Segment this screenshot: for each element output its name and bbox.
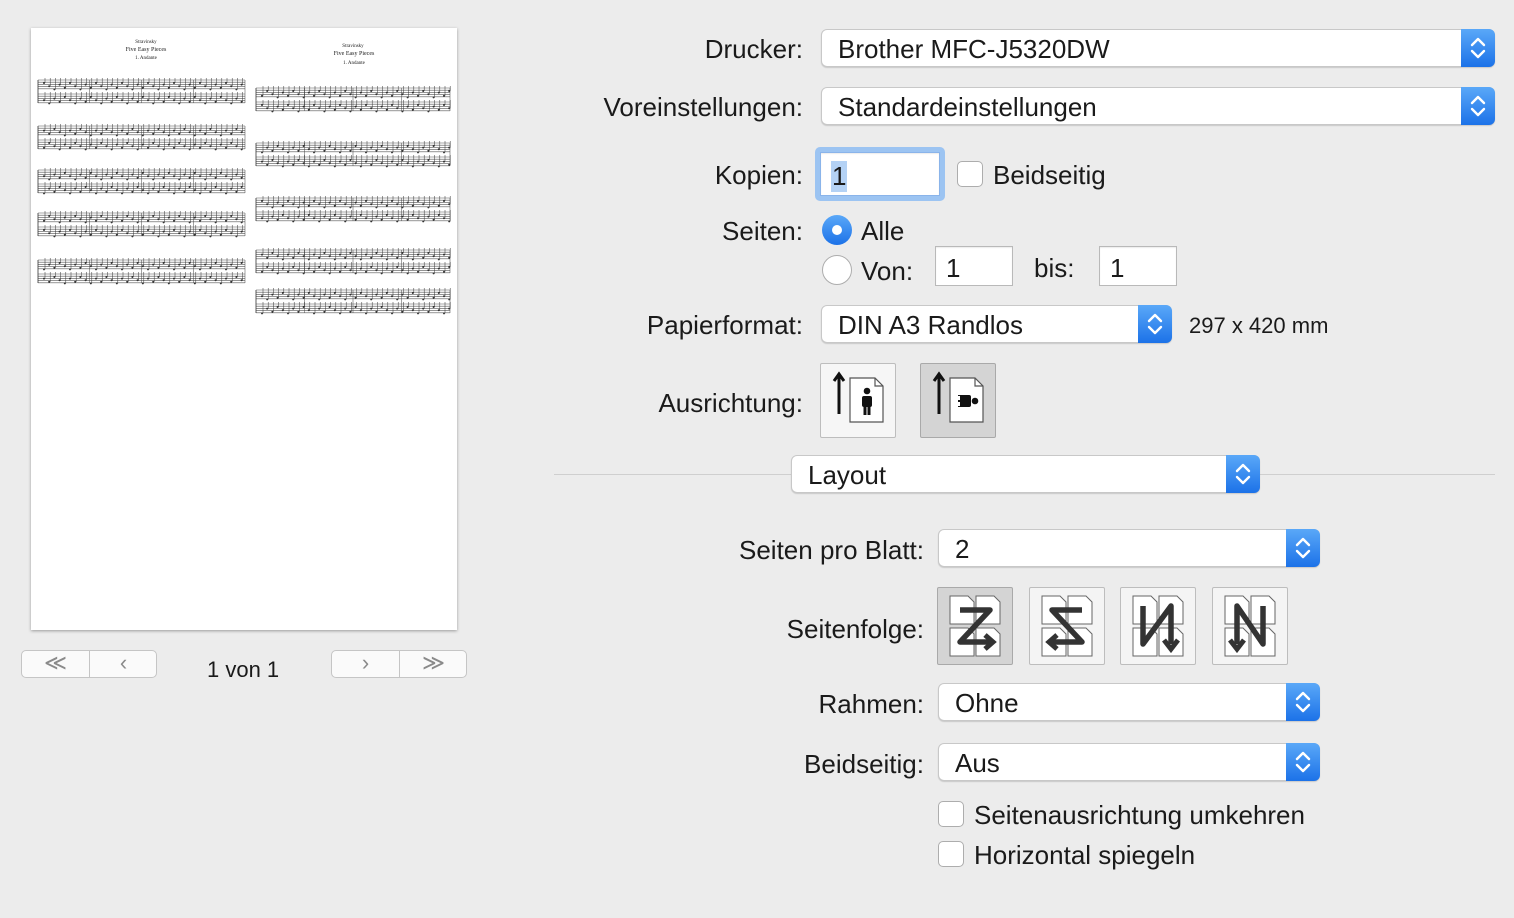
chevron-updown-icon [1286,529,1320,567]
flip-horizontal-checkbox[interactable] [938,841,964,867]
preview-left-composer: Stravinsky [135,40,157,45]
pages-to-input[interactable]: 1 [1099,246,1177,286]
pages-per-sheet-popup[interactable]: 2 [938,529,1320,567]
divider-right [1259,474,1495,475]
divider-left [554,474,794,475]
preview-sheet-music [37,78,451,315]
chevron-updown-icon [1226,455,1260,493]
presets-value: Standardeinstellungen [838,92,1097,122]
section-value: Layout [808,460,887,490]
reverse-orientation-label: Seitenausrichtung umkehren [974,800,1305,830]
printer-label: Drucker: [704,34,803,64]
next-page-button[interactable]: › [332,651,399,677]
page-order-s-button[interactable] [1029,587,1105,665]
print-preview: Stravinsky Five Easy Pieces 1. Andante S… [31,28,457,630]
pages-all-radio[interactable] [822,215,852,245]
two-sided-value: Aus [955,748,1000,778]
presets-popup[interactable]: Standardeinstellungen [821,87,1495,125]
paper-label: Papierformat: [646,310,803,340]
pages-all-label: Alle [861,216,905,246]
flip-horizontal-label: Horizontal spiegeln [974,840,1196,870]
preview-left-title: Five Easy Pieces [125,47,167,53]
page-indicator: 1 von 1 [207,657,280,682]
border-value: Ohne [955,688,1019,718]
duplex-label: Beidseitig [993,160,1106,190]
orientation-label: Ausrichtung: [658,388,803,418]
landscape-button[interactable] [920,363,996,438]
preview-nav-forward: › ≫ [331,650,467,678]
pages-from-value: 1 [946,253,961,283]
portrait-orientation-icon [832,371,884,423]
paper-value: DIN A3 Randlos [838,310,1023,340]
presets-label: Voreinstellungen: [603,92,803,122]
section-popup[interactable]: Layout [791,455,1260,493]
preview-left-movement: 1. Andante [135,56,157,61]
pages-per-sheet-label: Seiten pro Blatt: [739,535,924,565]
chevron-updown-icon [1461,29,1495,67]
pages-range-radio[interactable] [822,255,852,285]
chevron-updown-icon [1461,87,1495,125]
pages-per-sheet-value: 2 [955,534,970,564]
reverse-orientation-checkbox[interactable] [938,801,964,827]
printer-value: Brother MFC-J5320DW [838,34,1110,64]
pages-from-label: Von: [861,256,914,286]
copies-input[interactable]: 1 [820,152,940,196]
last-page-button[interactable]: ≫ [400,651,467,677]
chevron-updown-icon [1286,743,1320,781]
pages-label: Seiten: [722,216,803,246]
chevron-updown-icon [1138,305,1172,343]
two-sided-popup[interactable]: Aus [938,743,1320,781]
copies-value: 1 [831,161,848,192]
page-order-n-reverse-button[interactable] [1120,587,1196,665]
first-page-button[interactable]: ≪ [22,651,89,677]
border-label: Rahmen: [818,689,925,719]
landscape-orientation-icon [932,371,984,423]
chevron-updown-icon [1286,683,1320,721]
pages-to-label: bis: [1034,253,1075,283]
page-order-z-icon [949,595,1001,657]
copies-label: Kopien: [714,160,803,190]
border-popup[interactable]: Ohne [938,683,1320,721]
page-order-n-button[interactable] [1212,587,1288,665]
previous-page-button[interactable]: ‹ [90,651,157,677]
page-order-z-button[interactable] [937,587,1013,665]
page-order-label: Seitenfolge: [786,614,924,644]
pages-from-input[interactable]: 1 [935,246,1013,286]
pages-to-value: 1 [1110,253,1125,283]
page-order-s-icon [1041,595,1093,657]
page-order-n-reverse-icon [1132,595,1184,657]
paper-popup[interactable]: DIN A3 Randlos [821,305,1172,343]
preview-right-title: Five Easy Pieces [333,51,375,57]
two-sided-label: Beidseitig: [804,749,924,779]
duplex-checkbox[interactable] [957,161,983,187]
portrait-button[interactable] [820,363,896,438]
paper-size-text: 297 x 420 mm [1189,313,1329,338]
printer-popup[interactable]: Brother MFC-J5320DW [821,29,1495,67]
preview-right-composer: Stravinsky [342,44,364,49]
page-order-n-icon [1224,595,1276,657]
preview-right-movement: 1. Andante [343,61,365,66]
preview-nav-back: ≪ ‹ [21,650,157,678]
